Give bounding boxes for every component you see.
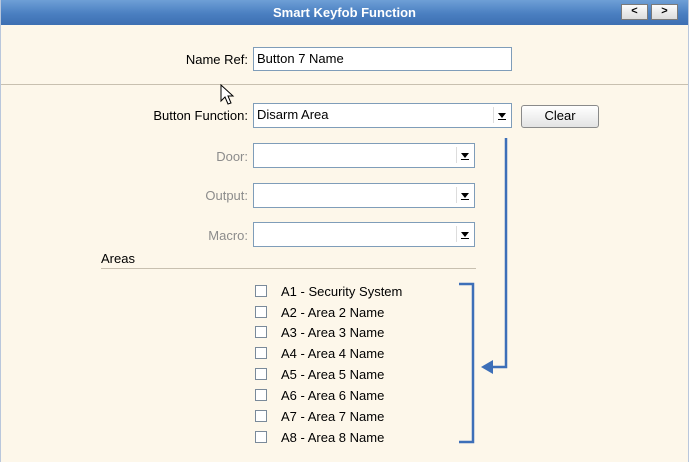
annotation-bracket xyxy=(459,282,475,444)
mouse-pointer-icon xyxy=(220,84,235,105)
annotation-arrow xyxy=(459,138,508,444)
smart-keyfob-window: Smart Keyfob Function < > Name Ref: Butt… xyxy=(0,0,689,462)
annotation-arrowhead xyxy=(481,360,493,374)
annotation-arrow-line xyxy=(489,138,508,369)
